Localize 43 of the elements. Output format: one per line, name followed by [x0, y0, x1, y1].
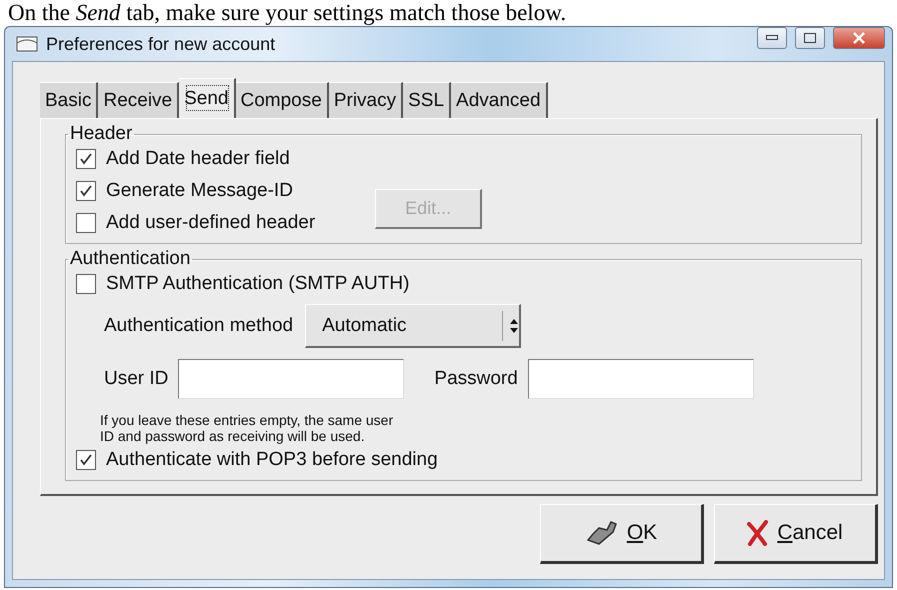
check-icon: [79, 152, 93, 166]
field-label: User ID: [104, 368, 168, 390]
password-field[interactable]: [528, 359, 754, 399]
check-icon: [79, 453, 93, 467]
tab[interactable]: Compose: [236, 82, 329, 118]
checkbox-label: Generate Message-ID: [106, 180, 293, 202]
group-title: Authentication: [69, 250, 192, 268]
group-title: Header: [69, 125, 134, 143]
checkbox-label: Authenticate with POP3 before sending: [106, 449, 438, 471]
user-id-field[interactable]: [178, 359, 404, 399]
check-icon: [79, 184, 93, 198]
hand-icon: [584, 518, 619, 548]
window-title: Preferences for new account: [46, 34, 276, 54]
tab[interactable]: Privacy: [328, 82, 404, 118]
tab[interactable]: Send: [179, 78, 236, 118]
close-button[interactable]: [833, 27, 885, 49]
tab[interactable]: Receive: [98, 82, 180, 118]
ok-button[interactable]: OK: [540, 504, 704, 564]
instruction-text: On the Send tab, make sure your settings match those below.: [7, 0, 566, 26]
checkbox[interactable]: [76, 213, 96, 233]
method-dropdown[interactable]: Automatic: [305, 304, 522, 348]
tab[interactable]: Basic: [40, 82, 98, 118]
hint-text: If you leave these entries empty, the same user ID and password as receiving will be used.: [100, 412, 394, 444]
checkbox[interactable]: [76, 274, 96, 294]
envelope-icon: [16, 35, 38, 53]
checkbox[interactable]: [76, 450, 96, 470]
checkbox[interactable]: [76, 181, 96, 201]
tab[interactable]: SSL: [403, 82, 452, 118]
cross-icon: [747, 520, 770, 546]
field-label: Password: [434, 368, 518, 390]
minimize-button[interactable]: [757, 27, 787, 49]
checkbox[interactable]: [76, 149, 96, 169]
checkbox-label: SMTP Authentication (SMTP AUTH): [106, 273, 410, 295]
field-label: Authentication method: [104, 315, 294, 337]
tab[interactable]: Advanced: [451, 82, 548, 118]
close-icon: [852, 32, 866, 44]
checkbox-label: Add user-defined header: [106, 212, 316, 234]
maximize-button[interactable]: [795, 27, 825, 49]
maximize-icon: [804, 33, 816, 43]
minimize-icon: [766, 35, 778, 41]
checkbox-label: Add Date header field: [106, 148, 290, 170]
up-down-icon: [509, 316, 520, 334]
cancel-button[interactable]: Cancel: [714, 504, 878, 564]
